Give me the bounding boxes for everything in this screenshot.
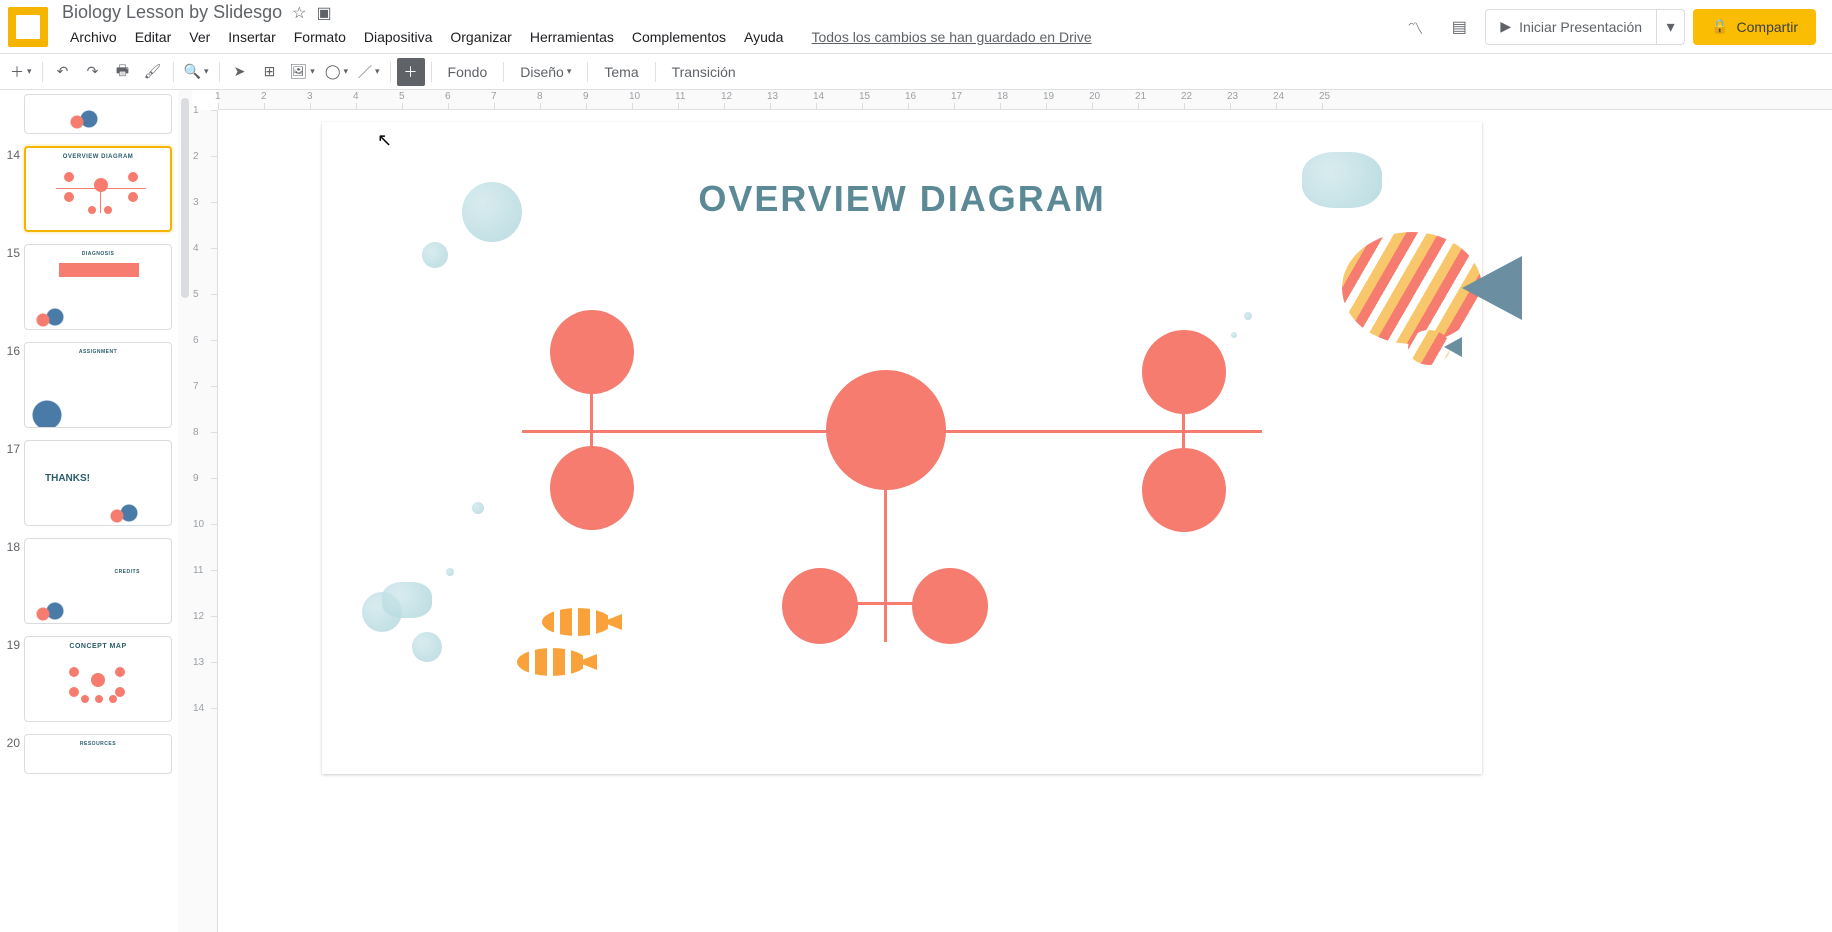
share-button[interactable]: 🔒 Compartir [1693, 9, 1816, 45]
present-play-icon: ▶ [1500, 18, 1511, 35]
theme-button[interactable]: Tema [594, 58, 648, 86]
layout-button[interactable]: Diseño [510, 58, 581, 86]
vertical-ruler: 1234567891011121314 [192, 110, 218, 932]
horizontal-ruler: 1234567891011121314151617181920212223242… [218, 90, 1832, 110]
menu-format[interactable]: Formato [286, 25, 354, 49]
menu-arrange[interactable]: Organizar [442, 25, 519, 49]
diagram-node[interactable] [912, 568, 988, 644]
move-to-folder-icon[interactable]: ▣ [316, 3, 331, 23]
new-slide-button[interactable]: ＋ [6, 58, 36, 86]
slide-filmstrip[interactable]: 14 OVERVIEW DIAGRAM 15 DIAGNOSIS [0, 90, 178, 932]
document-title[interactable]: Biology Lesson by Slidesgo [62, 2, 282, 23]
save-status: Todos los cambios se han guardado en Dri… [803, 25, 1099, 49]
slide-thumbnail-18[interactable]: CREDITS [24, 538, 172, 624]
canvas-area[interactable]: 1234567891011121314151617181920212223242… [192, 90, 1832, 932]
slide-thumbnail-16[interactable]: ASSIGNMENT [24, 342, 172, 428]
present-label: Iniciar Presentación [1519, 19, 1642, 35]
present-button-group: ▶ Iniciar Presentación ▾ [1485, 9, 1685, 45]
slide-thumbnail-19[interactable]: CONCEPT MAP [24, 636, 172, 722]
slide-number: 14 [4, 146, 24, 162]
slide-thumbnail-15[interactable]: DIAGNOSIS [24, 244, 172, 330]
paint-format-button[interactable]: 🖌 [139, 58, 167, 86]
title-block: Biology Lesson by Slidesgo ☆ ▣ Archivo E… [54, 0, 1397, 53]
menu-slide[interactable]: Diapositiva [356, 25, 440, 49]
slide-number: 20 [4, 734, 24, 750]
slide-thumbnail-20[interactable]: RESOURCES [24, 734, 172, 774]
textbox-tool[interactable]: ⊞ [256, 58, 284, 86]
slide-number: 17 [4, 440, 24, 456]
main-area: 14 OVERVIEW DIAGRAM 15 DIAGNOSIS [0, 90, 1832, 932]
slide-thumbnail-14[interactable]: OVERVIEW DIAGRAM [24, 146, 172, 232]
diagram-node[interactable] [550, 310, 634, 394]
slide-number: 16 [4, 342, 24, 358]
select-tool[interactable]: ➤ [226, 58, 254, 86]
menu-help[interactable]: Ayuda [736, 25, 791, 49]
zoom-button[interactable]: 🔍 [180, 58, 213, 86]
present-dropdown[interactable]: ▾ [1656, 10, 1684, 44]
diagram-node[interactable] [782, 568, 858, 644]
slide-thumbnail-17[interactable]: THANKS! [24, 440, 172, 526]
menu-view[interactable]: Ver [181, 25, 218, 49]
comments-icon[interactable]: ▤ [1441, 9, 1477, 45]
menu-insert[interactable]: Insertar [220, 25, 283, 49]
insert-comment-button[interactable]: ＋ [397, 58, 425, 86]
explore-icon[interactable]: 〽 [1397, 9, 1433, 45]
slide-number: 18 [4, 538, 24, 554]
menu-file[interactable]: Archivo [62, 25, 125, 49]
diagram-node[interactable] [1142, 330, 1226, 414]
title-bar: Biology Lesson by Slidesgo ☆ ▣ Archivo E… [0, 0, 1832, 54]
overview-diagram[interactable] [322, 122, 1482, 774]
line-tool[interactable]: ／ [354, 58, 384, 86]
star-icon[interactable]: ☆ [292, 3, 306, 23]
background-button[interactable]: Fondo [438, 58, 498, 86]
diagram-node-center[interactable] [826, 370, 946, 490]
slide-number: 15 [4, 244, 24, 260]
print-button[interactable]: 🖶 [109, 58, 137, 86]
transition-button[interactable]: Transición [662, 58, 746, 86]
slide-canvas[interactable]: OVERVIEW DIAGRAM [322, 122, 1482, 774]
slide-number: 19 [4, 636, 24, 652]
menu-tools[interactable]: Herramientas [522, 25, 622, 49]
redo-button[interactable]: ↷ [79, 58, 107, 86]
filmstrip-scrollbar[interactable] [178, 90, 192, 932]
menu-bar: Archivo Editar Ver Insertar Formato Diap… [54, 23, 1397, 53]
undo-button[interactable]: ↶ [49, 58, 77, 86]
slide-number [4, 94, 24, 96]
menu-edit[interactable]: Editar [127, 25, 180, 49]
diagram-node[interactable] [1142, 448, 1226, 532]
lock-icon: 🔒 [1711, 18, 1728, 35]
slides-app-icon[interactable] [8, 7, 48, 47]
share-label: Compartir [1737, 19, 1798, 35]
slide-thumbnail-prev[interactable] [24, 94, 172, 134]
menu-addons[interactable]: Complementos [624, 25, 734, 49]
diagram-node[interactable] [550, 446, 634, 530]
shape-tool[interactable]: ◯ [321, 58, 352, 86]
image-tool[interactable]: 🖼 [286, 58, 319, 86]
